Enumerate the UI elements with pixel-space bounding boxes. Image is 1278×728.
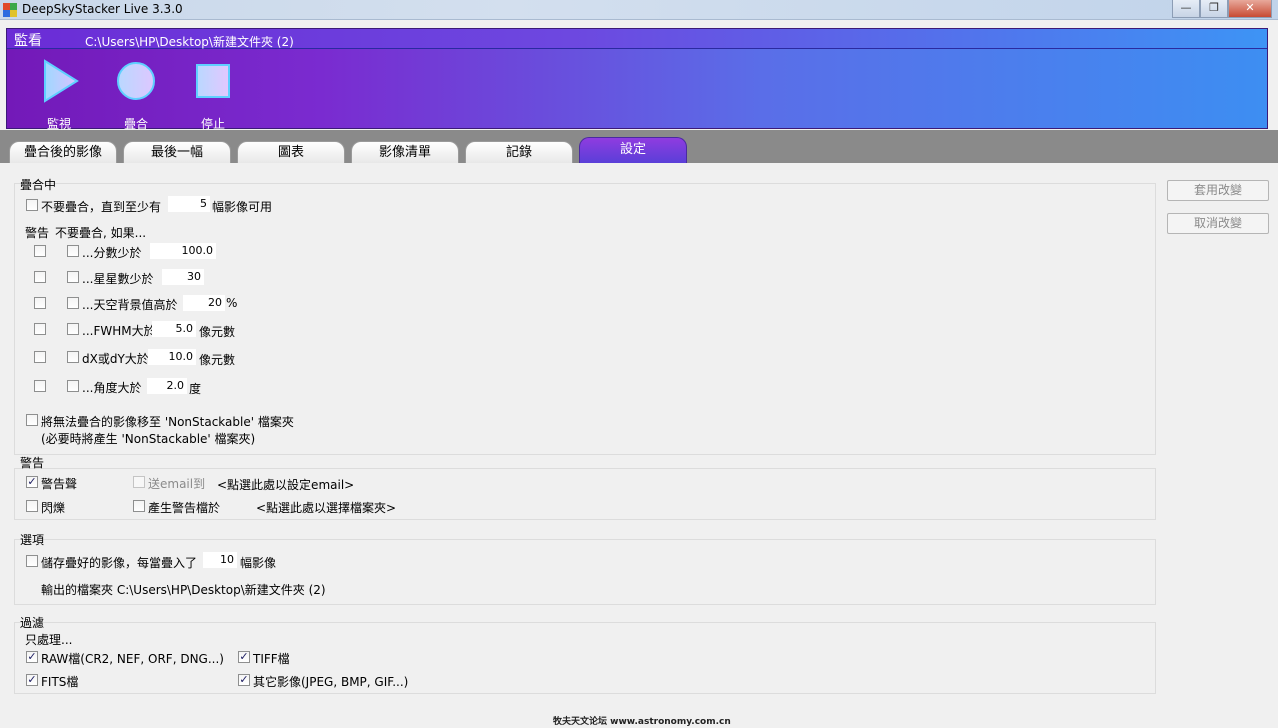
apply-changes-button[interactable]: 套用改變	[1167, 180, 1269, 201]
warn-angle-checkbox[interactable]	[34, 380, 46, 392]
header-strip: 監看 C:\Users\HP\Desktop\新建文件夾 (2)	[7, 29, 1267, 49]
send-email-label: 送email到	[148, 477, 206, 491]
warning-header: 警告	[25, 226, 50, 240]
watermark: 牧夫天文论坛 www.astronomy.com.cn	[553, 717, 731, 727]
angle-unit: 度	[189, 382, 202, 396]
other-images-label: 其它影像(JPEG, BMP, GIF...)	[253, 675, 409, 689]
only-process-label: 只處理...	[25, 633, 73, 647]
skybg-unit: %	[226, 296, 238, 310]
play-icon	[44, 59, 79, 103]
set-email-link[interactable]: <點選此處以設定email>	[217, 476, 354, 493]
warning-file-label: 產生警告檔於	[148, 501, 221, 515]
warning-file-checkbox[interactable]	[133, 500, 145, 512]
monitor-label: 監看	[14, 33, 42, 49]
tab-bar: 疊合後的影像 最後一幅 圖表 影像清單 記錄 設定	[0, 130, 1278, 163]
skip-fwhm-checkbox[interactable]	[67, 323, 79, 335]
min-images-suffix: 幅影像可用	[212, 200, 273, 214]
minimize-button[interactable]: —	[1172, 0, 1200, 18]
dont-stack-checkbox[interactable]	[26, 199, 38, 211]
save-stacked-label: 儲存疊好的影像，每當疊入了	[41, 556, 198, 570]
warning-sound-label: 警告聲	[41, 477, 78, 491]
tiff-label: TIFF檔	[253, 652, 290, 666]
skip-dxdy-checkbox[interactable]	[67, 351, 79, 363]
tab-image-list[interactable]: 影像清單	[351, 141, 459, 163]
skip-score-checkbox[interactable]	[67, 245, 79, 257]
app-icon	[3, 3, 17, 17]
warn-score-checkbox[interactable]	[34, 245, 46, 257]
dont-stack-if-header: 不要疊合, 如果...	[55, 226, 147, 240]
title-bar: DeepSkyStacker Live 3.3.0 — ❐ ✕	[0, 0, 1278, 20]
tiff-checkbox[interactable]: ✓	[238, 651, 250, 663]
warn-stars-checkbox[interactable]	[34, 271, 46, 283]
warning-sound-checkbox[interactable]: ✓	[26, 476, 38, 488]
tab-stacked-image[interactable]: 疊合後的影像	[9, 141, 117, 163]
dxdy-unit: 像元數	[199, 353, 236, 367]
skip-angle-checkbox[interactable]	[67, 380, 79, 392]
raw-checkbox[interactable]: ✓	[26, 651, 38, 663]
angle-input[interactable]: 2.0	[147, 378, 187, 394]
fwhm-label: ...FWHM大於	[82, 324, 156, 338]
skybg-label: ...天空背景值高於	[82, 298, 178, 312]
select-folder-link[interactable]: <點選此處以選擇檔案夾>	[256, 499, 396, 516]
monitor-header: 監看 C:\Users\HP\Desktop\新建文件夾 (2) 監視 疊合 停…	[6, 28, 1268, 131]
stop-icon	[196, 64, 230, 98]
stars-input[interactable]: 30	[162, 269, 204, 285]
move-nonstackable-label: 將無法疊合的影像移至 'NonStackable' 檔案夾	[41, 415, 294, 429]
warn-dxdy-checkbox[interactable]	[34, 351, 46, 363]
window-title: DeepSkyStacker Live 3.3.0	[22, 2, 183, 16]
close-button[interactable]: ✕	[1228, 0, 1272, 18]
raw-label: RAW檔(CR2, NEF, ORF, DNG...)	[41, 652, 224, 666]
settings-panel: 疊合中 不要疊合，直到至少有 5 幅影像可用 警告 不要疊合, 如果... ..…	[0, 163, 1278, 728]
angle-label: ...角度大於	[82, 381, 142, 395]
flash-checkbox[interactable]	[26, 500, 38, 512]
filters-title: 過濾	[20, 616, 45, 630]
skip-stars-checkbox[interactable]	[67, 271, 79, 283]
save-stacked-checkbox[interactable]	[26, 555, 38, 567]
output-folder[interactable]: 輸出的檔案夾 C:\Users\HP\Desktop\新建文件夾 (2)	[41, 581, 326, 598]
tab-settings[interactable]: 設定	[579, 137, 687, 163]
skip-skybg-checkbox[interactable]	[67, 297, 79, 309]
save-count-input[interactable]: 10	[203, 552, 237, 568]
min-images-input[interactable]: 5	[168, 196, 210, 212]
tab-log[interactable]: 記錄	[465, 141, 573, 163]
options-title: 選項	[20, 533, 45, 547]
dont-stack-label: 不要疊合，直到至少有	[41, 200, 162, 214]
move-nonstackable-checkbox[interactable]	[26, 414, 38, 426]
move-nonstackable-note: (必要時將產生 'NonStackable' 檔案夾)	[41, 432, 256, 446]
cancel-changes-button[interactable]: 取消改變	[1167, 213, 1269, 234]
dxdy-label: dX或dY大於	[82, 352, 149, 366]
stacking-title: 疊合中	[20, 178, 57, 192]
send-email-checkbox[interactable]	[133, 476, 145, 488]
tab-graphs[interactable]: 圖表	[237, 141, 345, 163]
dxdy-input[interactable]: 10.0	[148, 349, 196, 365]
flash-label: 閃爍	[41, 501, 66, 515]
save-count-suffix: 幅影像	[240, 556, 277, 570]
score-input[interactable]: 100.0	[150, 243, 216, 259]
other-images-checkbox[interactable]: ✓	[238, 674, 250, 686]
tab-last-image[interactable]: 最後一幅	[123, 141, 231, 163]
skybg-input[interactable]: 20	[183, 295, 225, 311]
fits-label: FITS檔	[41, 675, 79, 689]
warn-fwhm-checkbox[interactable]	[34, 323, 46, 335]
fwhm-input[interactable]: 5.0	[152, 321, 196, 337]
score-label: ...分數少於	[82, 246, 142, 260]
stars-label: ...星星數少於	[82, 272, 154, 286]
fwhm-unit: 像元數	[199, 325, 236, 339]
warn-skybg-checkbox[interactable]	[34, 297, 46, 309]
monitor-path: C:\Users\HP\Desktop\新建文件夾 (2)	[85, 35, 294, 49]
restore-button[interactable]: ❐	[1200, 0, 1228, 18]
warnings-title: 警告	[20, 456, 45, 470]
fits-checkbox[interactable]: ✓	[26, 674, 38, 686]
circle-icon	[117, 62, 155, 100]
